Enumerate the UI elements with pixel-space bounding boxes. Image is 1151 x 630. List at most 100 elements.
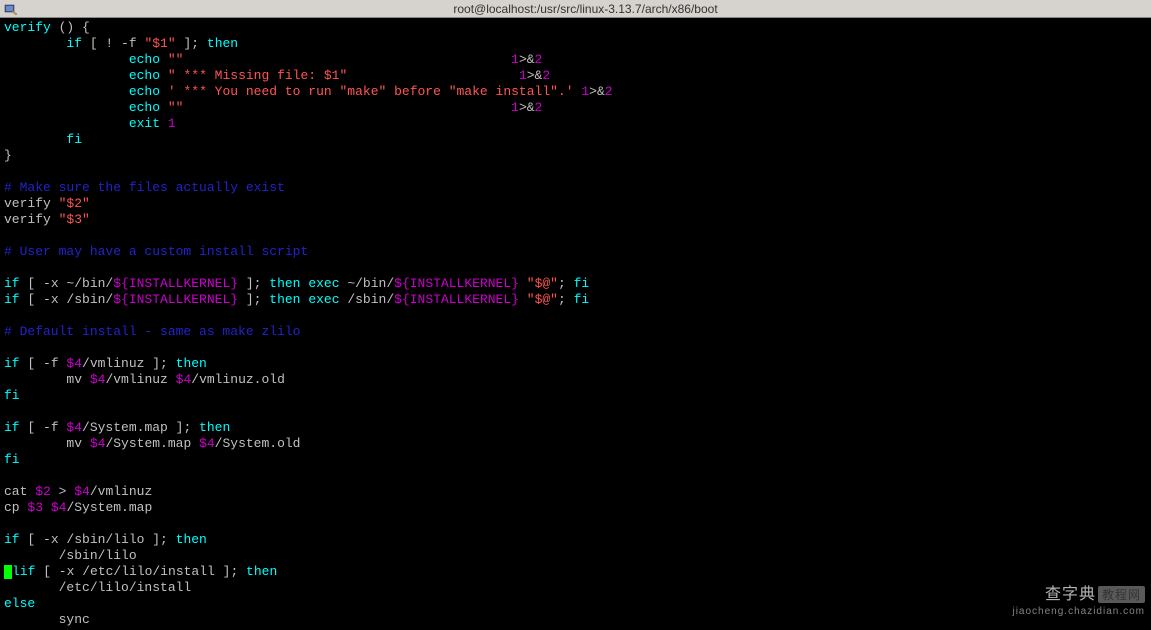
code-token: 2 (542, 68, 550, 83)
code-token (183, 100, 511, 115)
code-token: 1 (511, 100, 519, 115)
code-token: then (246, 564, 277, 579)
code-token: $4 (90, 436, 106, 451)
code-token: echo (129, 84, 160, 99)
code-token: ; (558, 292, 574, 307)
code-token: then (176, 356, 207, 371)
code-token: if (4, 292, 20, 307)
code-token: fi (66, 132, 82, 147)
code-token: # Default install - same as make zlilo (4, 324, 300, 339)
code-line: fi (4, 132, 1147, 148)
code-token: lif (12, 564, 35, 579)
code-token: [ -x /etc/lilo/install ]; (35, 564, 246, 579)
code-token: verify (4, 20, 51, 35)
window-title: root@localhost:/usr/src/linux-3.13.7/arc… (24, 2, 1147, 16)
code-token (4, 52, 129, 67)
code-token: /System.old (215, 436, 301, 451)
code-token (43, 500, 51, 515)
code-token: "$1" (144, 36, 175, 51)
code-token: [ -x ~/bin/ (20, 276, 114, 291)
terminal-body[interactable]: verify () { if [ ! -f "$1" ]; then echo … (0, 18, 1151, 630)
code-token: "$2" (59, 196, 90, 211)
code-token: echo (129, 52, 160, 67)
code-line: if [ -f $4/System.map ]; then (4, 420, 1147, 436)
code-token: >& (519, 52, 535, 67)
code-token: /System.map (66, 500, 152, 515)
code-line: verify "$2" (4, 196, 1147, 212)
code-token: then (199, 420, 230, 435)
code-line: exit 1 (4, 116, 1147, 132)
code-token: $3 (27, 500, 43, 515)
code-token (347, 68, 519, 83)
code-line: elif [ -x /etc/lilo/install ]; then (4, 564, 1147, 580)
code-token: () { (51, 20, 90, 35)
code-token: ${INSTALLKERNEL} (113, 276, 238, 291)
code-token: if (4, 276, 20, 291)
code-token: [ -x /sbin/ (20, 292, 114, 307)
code-token: # User may have a custom install script (4, 244, 308, 259)
code-token: $4 (66, 356, 82, 371)
code-token: /vmlinuz (105, 372, 175, 387)
code-line (4, 516, 1147, 532)
code-token: ${INSTALLKERNEL} (113, 292, 238, 307)
code-token: [ -f (20, 420, 67, 435)
code-token: /sbin/lilo (4, 548, 137, 563)
code-line: cat $2 > $4/vmlinuz (4, 484, 1147, 500)
code-line: echo "" 1>&2 (4, 52, 1147, 68)
code-line: /sbin/lilo (4, 548, 1147, 564)
code-line: if [ ! -f "$1" ]; then (4, 36, 1147, 52)
code-line: echo ' *** You need to run "make" before… (4, 84, 1147, 100)
code-token: ${INSTALLKERNEL} (394, 292, 519, 307)
code-token (160, 100, 168, 115)
window-titlebar: root@localhost:/usr/src/linux-3.13.7/arc… (0, 0, 1151, 18)
code-token: "$@" (527, 292, 558, 307)
code-token: "" (168, 100, 184, 115)
code-token (160, 68, 168, 83)
code-token: echo (129, 68, 160, 83)
code-token (4, 100, 129, 115)
code-token: /sbin/ (340, 292, 395, 307)
code-line: /etc/lilo/install (4, 580, 1147, 596)
code-token: verify (4, 212, 59, 227)
code-token: 2 (535, 100, 543, 115)
code-token: exit (129, 116, 160, 131)
code-token: ~/bin/ (340, 276, 395, 291)
code-token: ]; (238, 276, 269, 291)
code-token: $4 (90, 372, 106, 387)
code-token: 1 (511, 52, 519, 67)
code-token: $4 (176, 372, 192, 387)
code-token: fi (574, 292, 590, 307)
code-token: ' *** You need to run "make" before "mak… (168, 84, 574, 99)
code-token: then (176, 532, 207, 547)
code-token: fi (4, 388, 20, 403)
code-token: ; (558, 276, 574, 291)
watermark: 查字典教程网 jiaocheng.chazidian.com (1012, 580, 1145, 617)
code-token (4, 84, 129, 99)
code-token: >& (527, 68, 543, 83)
code-token: $4 (74, 484, 90, 499)
code-token: "$@" (527, 276, 558, 291)
code-token: " *** Missing file: $1" (168, 68, 347, 83)
code-line: sync (4, 612, 1147, 628)
code-token: then (269, 292, 300, 307)
code-line: # Default install - same as make zlilo (4, 324, 1147, 340)
code-token: echo (129, 100, 160, 115)
code-token: # Make sure the files actually exist (4, 180, 285, 195)
code-token: "" (168, 52, 184, 67)
code-token (160, 116, 168, 131)
code-line: if [ -f $4/vmlinuz ]; then (4, 356, 1147, 372)
code-line: echo " *** Missing file: $1" 1>&2 (4, 68, 1147, 84)
code-token (183, 52, 511, 67)
code-token: if (66, 36, 82, 51)
code-token: 2 (535, 52, 543, 67)
code-line: if [ -x /sbin/lilo ]; then (4, 532, 1147, 548)
code-line (4, 340, 1147, 356)
code-token: $4 (51, 500, 67, 515)
code-line (4, 308, 1147, 324)
code-token: [ ! -f (82, 36, 144, 51)
code-line: if [ -x /sbin/${INSTALLKERNEL} ]; then e… (4, 292, 1147, 308)
code-line: if [ -x ~/bin/${INSTALLKERNEL} ]; then e… (4, 276, 1147, 292)
code-token: } (4, 148, 12, 163)
code-token: if (4, 420, 20, 435)
code-token: cp (4, 500, 27, 515)
